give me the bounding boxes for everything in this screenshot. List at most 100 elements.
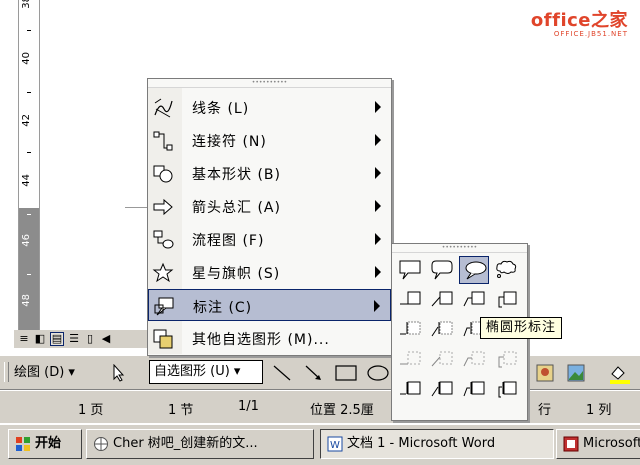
autoshapes-button[interactable]: 自选图形 (U) ▾ [149, 360, 263, 384]
submenu-arrow-icon [375, 200, 381, 212]
accent-callout-1-icon[interactable] [395, 316, 425, 344]
status-bar: 1 页 1 节 1/1 位置 2.5厘 行 1 列 [0, 390, 640, 423]
task-word[interactable]: W 文档 1 - Microsoft Word [320, 429, 554, 459]
draw-label: 绘图 (D) [14, 365, 65, 380]
ruler-tick [27, 214, 31, 215]
status-pages: 1/1 [238, 399, 259, 414]
connector-icon [153, 131, 173, 151]
submenu-arrow-icon [375, 233, 381, 245]
status-page: 1 页 [78, 403, 104, 418]
submenu-arrow-icon [375, 266, 381, 278]
ruler-label: 48 [21, 294, 32, 307]
task-label: Cher 树吧_创建新的文... [113, 436, 258, 451]
cloud-callout-icon[interactable] [491, 256, 521, 284]
print-view-icon[interactable]: ▤ [50, 332, 64, 346]
rectangle-tool-icon[interactable] [334, 364, 358, 382]
ruler-tick [27, 92, 31, 93]
border-accent-callout-2-icon[interactable] [427, 376, 457, 404]
select-arrow-icon[interactable] [112, 363, 126, 382]
line-callout-3-icon[interactable] [459, 286, 489, 314]
stars-banners-icon [152, 262, 174, 283]
more-shapes-icon [153, 329, 173, 349]
logo-brand: office之家 [530, 10, 628, 31]
word-icon: W [327, 436, 343, 451]
callouts-icon [154, 297, 174, 316]
site-logo: office之家 OFFICE.JB51.NET [531, 6, 628, 38]
app-icon [563, 436, 579, 451]
fill-color-icon[interactable] [608, 364, 632, 384]
flowchart-icon [153, 230, 174, 249]
menu-item-lines[interactable]: 线条 (L) [148, 91, 391, 123]
oval-callout-icon[interactable] [459, 256, 489, 284]
browser-icon [94, 436, 108, 451]
start-label: 开始 [35, 436, 62, 451]
scroll-left-icon[interactable]: ◀ [100, 333, 112, 345]
menu-item-connectors[interactable]: 连接符 (N) [148, 124, 391, 156]
submenu-arrow-icon [375, 101, 381, 113]
reading-view-icon[interactable]: ▯ [84, 333, 96, 345]
task-browser[interactable]: Cher 树吧_创建新的文... [86, 429, 314, 459]
rounded-rect-callout-icon[interactable] [427, 256, 457, 284]
basic-shapes-icon [153, 165, 173, 183]
lines-icon [154, 98, 173, 118]
borderless-callout-4-icon[interactable] [491, 346, 521, 374]
borderless-callout-3-icon[interactable] [459, 346, 489, 374]
autoshapes-menu: •••••••••• 线条 (L) 连接符 (N) 基本形状 (B) 箭头总汇 … [147, 78, 392, 356]
rect-callout-icon[interactable] [395, 256, 425, 284]
toolbar-grip[interactable] [4, 362, 9, 382]
menu-item-block-arrows[interactable]: 箭头总汇 (A) [148, 190, 391, 222]
submenu-drag-handle[interactable]: •••••••••• [392, 244, 527, 253]
menu-item-label: 线条 (L) [192, 101, 250, 117]
normal-view-icon[interactable]: ≡ [18, 333, 30, 345]
menu-item-label: 流程图 (F) [192, 233, 265, 249]
submenu-arrow-icon [374, 300, 380, 312]
ruler-label: 40 [21, 52, 32, 65]
line-callout-1-icon[interactable] [395, 286, 425, 314]
start-button[interactable]: 开始 [8, 429, 82, 459]
menu-item-more-shapes[interactable]: 其他自选图形 (M)... [148, 322, 391, 354]
drawing-toolbar: 绘图 (D) ▾ 自选图形 (U) ▾ [0, 355, 640, 390]
border-accent-callout-1-icon[interactable] [395, 376, 425, 404]
menu-item-label: 星与旗帜 (S) [192, 266, 281, 282]
submenu-arrow-icon [375, 167, 381, 179]
status-section: 1 节 [168, 403, 194, 418]
ruler-tick [27, 274, 31, 275]
menu-item-callouts[interactable]: 标注 (C) [148, 289, 391, 321]
line-callout-2-icon[interactable] [427, 286, 457, 314]
vertical-ruler[interactable]: 38 40 42 44 46 48 [18, 0, 40, 330]
arrow-tool-icon[interactable] [304, 364, 324, 382]
web-view-icon[interactable]: ◧ [34, 333, 46, 345]
taskbar: 开始 Cher 树吧_创建新的文... W 文档 1 - Microsoft Wo… [0, 424, 640, 465]
ruler-tick [27, 30, 31, 31]
menu-item-flowchart[interactable]: 流程图 (F) [148, 223, 391, 255]
view-buttons: ≡ ◧ ▤ ☰ ▯ ◀ [14, 330, 154, 348]
ruler-margin-shade [19, 208, 39, 330]
ruler-label: 42 [21, 114, 32, 127]
insert-clipart-icon[interactable] [535, 364, 555, 382]
border-accent-callout-4-icon[interactable] [491, 376, 521, 404]
task-label: 文档 1 - Microsoft Word [347, 436, 496, 451]
borderless-callout-1-icon[interactable] [395, 346, 425, 374]
outline-view-icon[interactable]: ☰ [68, 333, 80, 345]
ruler-label: 44 [21, 174, 32, 187]
block-arrows-icon [153, 198, 173, 216]
accent-callout-2-icon[interactable] [427, 316, 457, 344]
menu-item-label: 箭头总汇 (A) [192, 200, 281, 216]
menu-item-label: 标注 (C) [193, 300, 253, 316]
ruler-label: 46 [21, 234, 32, 247]
insert-picture-icon[interactable] [566, 364, 586, 382]
line-tool-icon[interactable] [272, 364, 292, 382]
status-column: 1 列 [586, 403, 612, 418]
draw-menu-button[interactable]: 绘图 (D) ▾ [14, 364, 75, 382]
task-app[interactable]: Microsoft [556, 429, 640, 459]
oval-tool-icon[interactable] [366, 364, 390, 382]
borderless-callout-2-icon[interactable] [427, 346, 457, 374]
status-position: 位置 2.5厘 [310, 403, 374, 418]
line-callout-4-icon[interactable] [491, 286, 521, 314]
menu-drag-handle[interactable]: •••••••••• [148, 79, 391, 88]
status-line: 行 [538, 403, 552, 418]
menu-item-stars-banners[interactable]: 星与旗帜 (S) [148, 256, 391, 288]
windows-logo-icon [16, 436, 30, 451]
border-accent-callout-3-icon[interactable] [459, 376, 489, 404]
menu-item-basic-shapes[interactable]: 基本形状 (B) [148, 157, 391, 189]
